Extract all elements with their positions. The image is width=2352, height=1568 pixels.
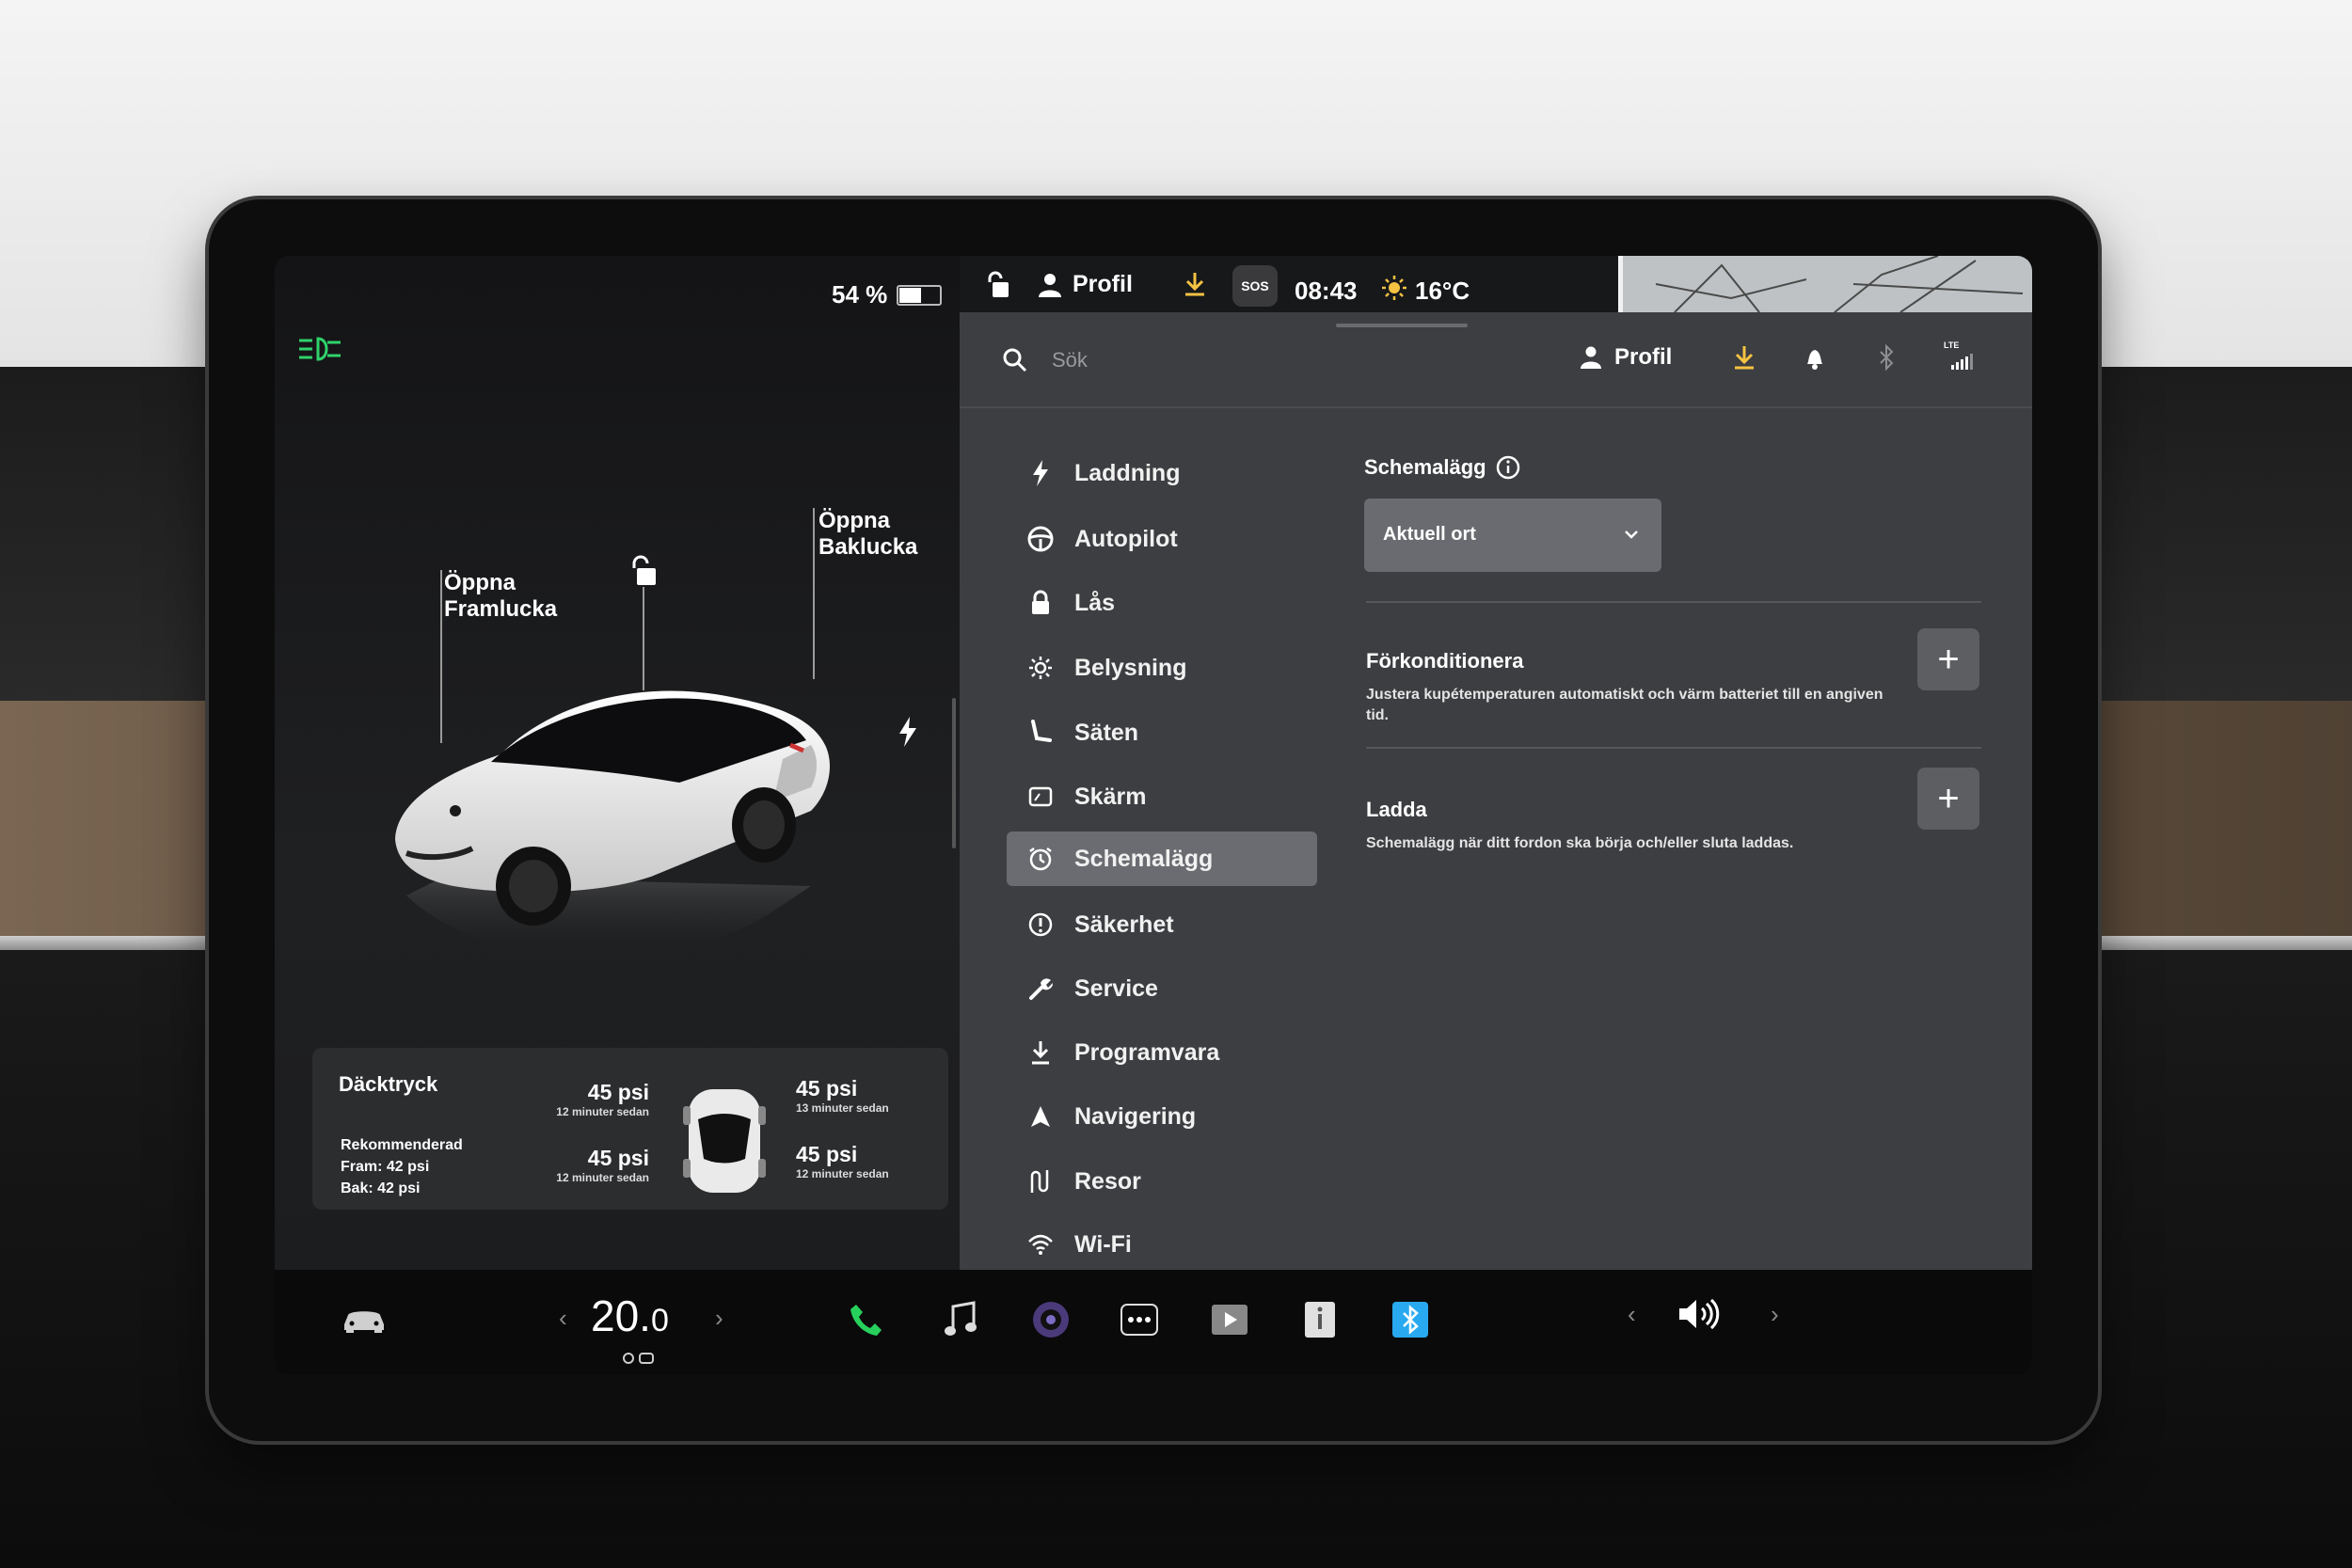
menu-item-schemalagg[interactable]: Schemalägg xyxy=(1007,832,1317,886)
download-icon xyxy=(1020,1039,1061,1066)
weather-sun-icon xyxy=(1381,275,1407,306)
volume-icon[interactable] xyxy=(1675,1291,1722,1338)
menu-item-sakerhet[interactable]: Säkerhet xyxy=(1007,897,1317,952)
divider xyxy=(1366,747,1981,749)
open-trunk-button[interactable]: Öppna Baklucka xyxy=(818,508,917,561)
wrench-icon xyxy=(1020,975,1061,1002)
charge-description: Schemalägg när ditt fordon ska börja och… xyxy=(1366,835,1794,851)
bluetooth-icon[interactable] xyxy=(1878,343,1895,375)
tire-rear-left: 45 psi 12 minuter sedan xyxy=(556,1146,649,1184)
tire-rear-right: 45 psi 12 minuter sedan xyxy=(796,1142,889,1180)
media-player-icon[interactable] xyxy=(1206,1296,1253,1343)
sun-icon xyxy=(1020,655,1061,681)
software-update-icon[interactable] xyxy=(1184,271,1206,302)
add-precondition-button[interactable]: + xyxy=(1917,628,1979,690)
divider xyxy=(1366,601,1981,603)
trunk-callout-line xyxy=(813,508,815,679)
settings-panel: Sök Profil LTE Laddning Autopilot Lås Be… xyxy=(960,312,2032,1270)
menu-item-skarm[interactable]: Skärm xyxy=(1007,769,1317,824)
profile-icon xyxy=(1039,273,1061,297)
notification-bell-icon[interactable] xyxy=(1804,346,1825,375)
chevron-down-icon xyxy=(1625,531,1638,539)
menu-item-navigering[interactable]: Navigering xyxy=(1007,1089,1317,1144)
seat-icon xyxy=(1020,720,1061,746)
schedule-heading: Schemalägg xyxy=(1364,455,1520,480)
settings-header: Sök Profil LTE xyxy=(960,312,2032,408)
profile-button-status[interactable]: Profil xyxy=(1039,271,1133,298)
wifi-icon xyxy=(1020,1234,1061,1255)
more-apps-icon[interactable] xyxy=(1116,1296,1163,1343)
tire-pressure-card[interactable]: Däcktryck Rekommenderad Fram: 42 psi Bak… xyxy=(312,1048,948,1210)
clock: 08:43 xyxy=(1295,277,1358,305)
menu-item-saten[interactable]: Säten xyxy=(1007,705,1317,760)
car-icon[interactable] xyxy=(341,1296,388,1343)
plus-icon: + xyxy=(1937,777,1960,819)
battery-percent: 54 % xyxy=(832,280,888,309)
camera-icon[interactable] xyxy=(1027,1296,1074,1343)
profile-icon xyxy=(1581,346,1601,369)
sos-button[interactable]: SOS xyxy=(1232,265,1278,307)
panel-scrollbar[interactable] xyxy=(952,698,956,848)
temp-decrease-chevron-icon[interactable]: ‹ xyxy=(559,1304,567,1333)
recommended-label: Rekommenderad xyxy=(341,1137,463,1153)
recommended-front: Fram: 42 psi xyxy=(341,1159,430,1175)
cabin-temperature[interactable]: 20.0 xyxy=(591,1291,669,1341)
touchscreen: 54 % Öppna Framlucka Öppna Baklucka Däck… xyxy=(275,256,2032,1375)
outside-temperature: 16°C xyxy=(1415,277,1470,305)
menu-item-resor[interactable]: Resor xyxy=(1007,1154,1317,1209)
display-icon xyxy=(1020,786,1061,807)
tire-front-left: 45 psi 12 minuter sedan xyxy=(556,1080,649,1118)
tire-front-right: 45 psi 13 minuter sedan xyxy=(796,1076,889,1115)
recommended-rear: Bak: 42 psi xyxy=(341,1180,421,1196)
navigation-icon xyxy=(1020,1104,1061,1129)
download-icon[interactable] xyxy=(1733,344,1756,375)
tire-pressure-title: Däcktryck xyxy=(339,1072,438,1096)
battery-icon xyxy=(897,284,943,306)
precondition-description: Justera kupétemperaturen automatiskt och… xyxy=(1366,687,1883,723)
profile-button[interactable]: Profil xyxy=(1581,344,1672,371)
seat-heater-icon[interactable] xyxy=(621,1353,659,1370)
volume-decrease-chevron-icon[interactable]: ‹ xyxy=(1628,1300,1636,1329)
taskbar: ‹ 20.0 › ‹ › xyxy=(275,1270,2032,1375)
phone-icon[interactable] xyxy=(843,1296,890,1343)
add-charge-schedule-button[interactable]: + xyxy=(1917,768,1979,830)
location-select[interactable]: Aktuell ort xyxy=(1364,499,1661,572)
search-icon[interactable] xyxy=(1003,348,1027,377)
bluetooth-app-icon[interactable] xyxy=(1387,1296,1434,1343)
open-frunk-button[interactable]: Öppna Framlucka xyxy=(444,570,557,623)
car-top-view-icon xyxy=(677,1085,771,1201)
map-preview[interactable] xyxy=(1613,256,2032,313)
headlights-icon[interactable] xyxy=(297,335,342,368)
car-panel: 54 % Öppna Framlucka Öppna Baklucka Däck… xyxy=(275,256,960,1270)
menu-item-service[interactable]: Service xyxy=(1007,961,1317,1016)
menu-item-programvara[interactable]: Programvara xyxy=(1007,1025,1317,1080)
status-bar: Profil SOS 08:43 16°C xyxy=(960,256,2032,313)
charge-title: Ladda xyxy=(1366,798,1427,821)
temp-increase-chevron-icon[interactable]: › xyxy=(715,1304,723,1333)
music-icon[interactable] xyxy=(937,1296,984,1343)
search-input[interactable]: Sök xyxy=(1052,348,1088,372)
info-icon[interactable] xyxy=(1496,455,1520,480)
lock-icon xyxy=(1020,590,1061,616)
menu-item-belysning[interactable]: Belysning xyxy=(1007,641,1317,695)
alarm-clock-icon xyxy=(1020,846,1061,872)
menu-item-wifi[interactable]: Wi-Fi xyxy=(1007,1217,1317,1272)
battery-indicator: 54 % xyxy=(832,280,943,309)
volume-increase-chevron-icon[interactable]: › xyxy=(1771,1300,1779,1329)
alert-icon xyxy=(1020,911,1061,938)
manual-icon[interactable] xyxy=(1296,1296,1343,1343)
precondition-title: Förkonditionera xyxy=(1366,649,1524,673)
menu-item-las[interactable]: Lås xyxy=(1007,576,1317,630)
bolt-icon xyxy=(1020,460,1061,486)
trips-icon xyxy=(1020,1168,1061,1195)
menu-item-laddning[interactable]: Laddning xyxy=(1007,446,1317,500)
menu-item-autopilot[interactable]: Autopilot xyxy=(1007,512,1317,566)
car-image xyxy=(369,660,914,985)
steering-wheel-icon xyxy=(1020,526,1061,552)
plus-icon: + xyxy=(1937,638,1960,680)
lock-status-icon[interactable] xyxy=(986,271,1010,304)
